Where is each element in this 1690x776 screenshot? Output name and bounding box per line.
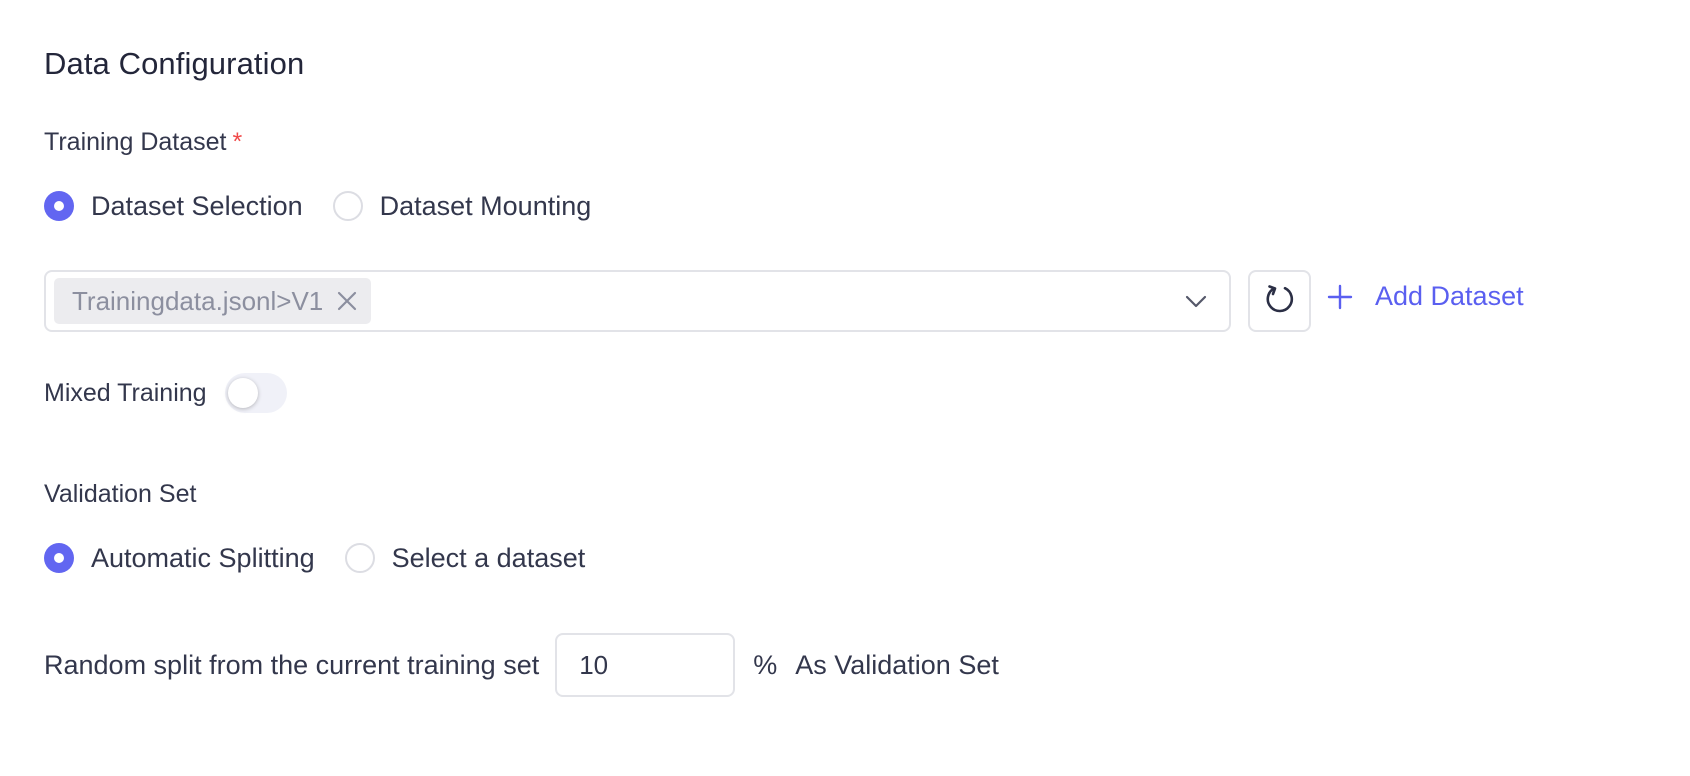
radio-label: Select a dataset xyxy=(391,542,586,573)
radio-label: Automatic Splitting xyxy=(91,542,315,573)
split-suffix-text: As Validation Set xyxy=(795,649,999,680)
mixed-training-row: Mixed Training xyxy=(44,372,287,414)
training-source-radio-group: Dataset Selection Dataset Mounting xyxy=(44,189,621,223)
mixed-training-label: Mixed Training xyxy=(44,378,207,407)
split-prefix-text: Random split from the current training s… xyxy=(44,649,540,680)
toggle-knob xyxy=(227,378,258,408)
radio-circle-unchecked[interactable] xyxy=(344,543,375,573)
required-mark: * xyxy=(232,128,243,156)
radio-dataset-mounting[interactable]: Dataset Mounting xyxy=(332,190,592,222)
radio-label: Dataset Selection xyxy=(91,190,303,221)
radio-circle-checked[interactable] xyxy=(44,191,74,221)
training-dataset-label-text: Training Dataset xyxy=(44,128,227,156)
percent-unit: % xyxy=(753,649,778,680)
mixed-training-toggle[interactable] xyxy=(224,373,287,413)
tag-label: Trainingdata.jsonl>V1 xyxy=(72,285,324,316)
radio-automatic-splitting[interactable]: Automatic Splitting xyxy=(44,543,315,574)
radio-dataset-selection[interactable]: Dataset Selection xyxy=(44,191,303,222)
dataset-select[interactable]: Trainingdata.jsonl>V1 xyxy=(44,270,1231,332)
radio-circle-checked[interactable] xyxy=(44,543,74,573)
radio-select-dataset[interactable]: Select a dataset xyxy=(344,542,586,574)
refresh-icon xyxy=(1263,282,1297,321)
refresh-button[interactable] xyxy=(1248,270,1311,332)
training-dataset-label: Training Dataset * xyxy=(44,128,242,157)
selected-dataset-tag: Trainingdata.jsonl>V1 xyxy=(54,278,372,324)
split-ratio-row: Random split from the current training s… xyxy=(44,633,999,697)
plus-icon xyxy=(1327,284,1353,310)
add-dataset-button[interactable]: Add Dataset xyxy=(1327,281,1524,312)
validation-source-radio-group: Automatic Splitting Select a dataset xyxy=(44,541,615,575)
add-dataset-label: Add Dataset xyxy=(1375,281,1524,311)
radio-circle-unchecked[interactable] xyxy=(332,191,363,221)
split-percent-input[interactable] xyxy=(555,633,736,697)
radio-label: Dataset Mounting xyxy=(379,190,592,221)
validation-set-label: Validation Set xyxy=(44,480,197,508)
chevron-down-icon[interactable] xyxy=(1183,289,1209,313)
section-title: Data Configuration xyxy=(44,46,305,81)
data-configuration-panel: Data Configuration Training Dataset * Dat… xyxy=(0,0,1690,776)
close-icon[interactable] xyxy=(335,289,359,313)
